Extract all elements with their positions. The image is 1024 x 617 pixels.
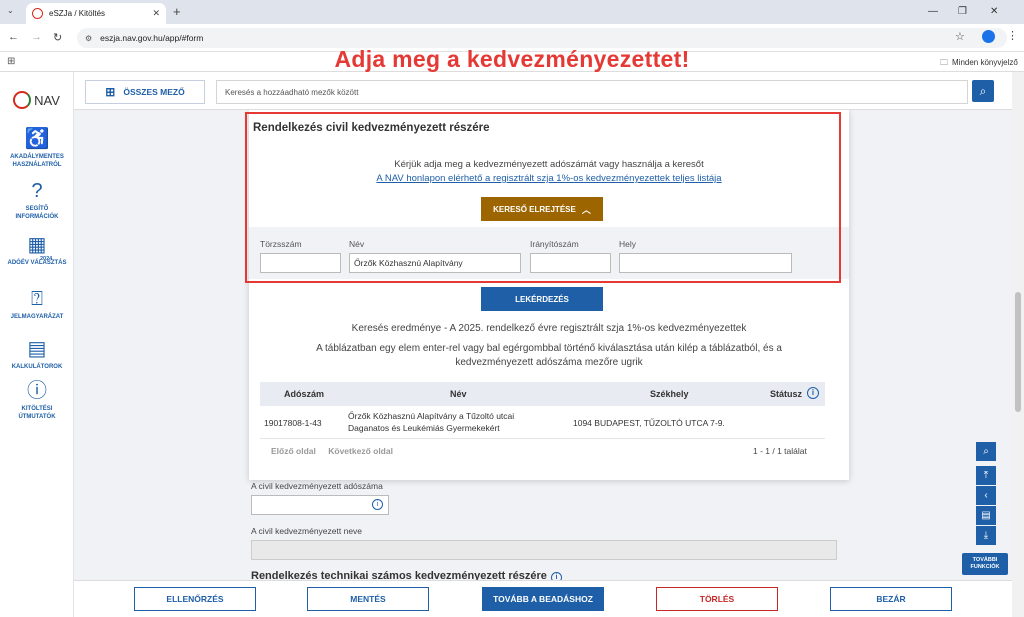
form-content: Rendelkezés civil kedvezményezett részér…	[74, 110, 1012, 580]
sidebar-item-accessibility[interactable]: ♿ AKADÁLYMENTES HASZNÁLATRÓL	[0, 128, 74, 169]
sidebar-item-label: JELMAGYARÁZAT	[10, 314, 64, 320]
close-window-icon[interactable]: ✕	[990, 6, 998, 17]
chevron-left-icon: ‹	[984, 490, 988, 501]
table-header: Adószám Név Székhely Státusz i	[260, 382, 825, 406]
result-title: Keresés eredménye - A 2025. rendelkező é…	[351, 323, 747, 334]
site-info-icon[interactable]: ⚙	[85, 34, 92, 43]
browser-tab-bar: ⌄ eSZJa / Kitöltés ✕ + — ❐ ✕	[0, 0, 1024, 24]
bookmark-star-icon[interactable]: ☆	[955, 30, 965, 43]
tax-number-info-icon[interactable]: i	[372, 499, 383, 510]
question-icon: ?	[31, 180, 43, 202]
sidebar-item-tax-year[interactable]: ▦ 2024 ADÓÉV VÁLASZTÁS	[0, 234, 74, 267]
tax-number-label: A civil kedvezményezett adószáma	[251, 481, 383, 491]
document-icon: ▤	[981, 510, 991, 521]
tax-number-input[interactable]	[251, 495, 389, 515]
nav-logo[interactable]: NAV	[0, 88, 73, 112]
result-help: A táblázatban egy elem enter-rel vagy ba…	[316, 343, 782, 368]
highlight-frame	[245, 112, 841, 283]
form-list-button[interactable]: ▤	[976, 506, 996, 525]
forward-icon[interactable]: →	[31, 31, 42, 43]
delete-button[interactable]: TÖRLÉS	[656, 587, 778, 611]
search-icon: ⌕	[983, 446, 989, 457]
calendar-icon: ▦ 2024	[0, 234, 74, 262]
sidebar-item-label: ADÓÉV VÁLASZTÁS	[7, 260, 67, 266]
all-fields-label: ÖSSZES MEZŐ	[123, 87, 185, 97]
tab-list-icon[interactable]: ⌄	[7, 6, 14, 15]
back-icon[interactable]: ←	[8, 31, 19, 43]
back-button[interactable]: ‹	[976, 486, 996, 505]
header-statusz[interactable]: Státusz	[770, 389, 802, 399]
cell-adoszam: 19017808-1-43	[264, 418, 322, 428]
query-button[interactable]: LEKÉRDEZÉS	[481, 287, 603, 311]
sidebar-item-label: KITÖLTÉSI ÚTMUTATÓK	[18, 406, 56, 420]
url-text: eszja.nav.gov.hu/app/#form	[100, 33, 204, 43]
arrow-top-icon: ⤒	[983, 470, 989, 481]
scroll-top-button[interactable]: ⤒	[976, 466, 996, 485]
arrow-bottom-icon: ⤓	[983, 530, 989, 541]
guide-icon: ⓘ	[27, 380, 47, 402]
reload-icon[interactable]: ↻	[53, 31, 62, 44]
legend-icon: ⍰	[31, 288, 43, 310]
next-section-text: Rendelkezés technikai számos kedvezménye…	[251, 570, 547, 580]
result-count: 1 - 1 / 1 találat	[753, 446, 807, 456]
header-szekhely[interactable]: Székhely	[650, 389, 689, 399]
instruction-headline: Adja meg a kedvezményezettet!	[334, 46, 690, 72]
url-field[interactable]: ⚙ eszja.nav.gov.hu/app/#form	[77, 28, 1007, 48]
cell-nev-line2: Daganatos és Leukémiás Gyermekekért	[348, 423, 500, 433]
header-nev[interactable]: Név	[450, 389, 467, 399]
search-icon: ⌕	[979, 83, 987, 98]
next-section-title: Rendelkezés technikai számos kedvezménye…	[251, 570, 562, 580]
header-adoszam[interactable]: Adószám	[284, 389, 324, 399]
next-page-link[interactable]: Következő oldal	[328, 446, 393, 456]
page-scrollbar[interactable]	[1012, 72, 1024, 617]
scroll-bottom-button[interactable]: ⤓	[976, 526, 996, 545]
sidebar-item-label: SEGÍTŐ INFORMÁCIÓK	[15, 206, 59, 220]
sidebar-item-guides[interactable]: ⓘ KITÖLTÉSI ÚTMUTATÓK	[0, 380, 74, 421]
nav-logo-text: NAV	[34, 92, 60, 108]
sidebar-item-help[interactable]: ? SEGÍTŐ INFORMÁCIÓK	[0, 180, 74, 221]
close-button[interactable]: BEZÁR	[830, 587, 952, 611]
cell-szekhely: 1094 BUDAPEST, TŰZOLTÓ UTCA 7-9.	[573, 418, 725, 428]
new-tab-icon[interactable]: +	[173, 4, 181, 19]
sidebar-item-label: AKADÁLYMENTES HASZNÁLATRÓL	[10, 154, 64, 168]
prev-page-link[interactable]: Előző oldal	[271, 446, 316, 456]
quick-search-button[interactable]: ⌕	[976, 442, 996, 461]
scrollbar-thumb[interactable]	[1015, 292, 1021, 412]
close-tab-icon[interactable]: ✕	[152, 8, 160, 19]
save-button[interactable]: MENTÉS	[307, 587, 429, 611]
submit-button[interactable]: TOVÁBB A BEADÁSHOZ	[482, 587, 604, 611]
browser-menu-icon[interactable]: ⋮	[1007, 29, 1018, 42]
browser-tab[interactable]: eSZJa / Kitöltés ✕	[26, 3, 166, 24]
check-button[interactable]: ELLENŐRZÉS	[134, 587, 256, 611]
restore-icon[interactable]: ❐	[958, 6, 967, 17]
sidebar: NAV ♿ AKADÁLYMENTES HASZNÁLATRÓL ? SEGÍT…	[0, 72, 74, 617]
sidebar-item-legend[interactable]: ⍰ JELMAGYARÁZAT	[0, 288, 74, 321]
section-info-icon[interactable]: i	[550, 572, 562, 580]
nav-favicon-icon	[32, 8, 43, 19]
beneficiary-name-field	[251, 540, 837, 560]
bottom-action-bar: ELLENŐRZÉS MENTÉS TOVÁBB A BEADÁSHOZ TÖR…	[74, 580, 1012, 617]
profile-avatar[interactable]	[982, 30, 995, 43]
field-search-input[interactable]	[216, 80, 968, 104]
minimize-icon[interactable]: —	[928, 6, 938, 17]
year-badge: 2024	[40, 256, 53, 262]
calculator-icon: ▤	[27, 338, 47, 360]
nav-logo-icon	[13, 91, 32, 109]
beneficiary-name-label: A civil kedvezményezett neve	[251, 526, 363, 536]
pagination: Előző oldal Következő oldal	[271, 446, 403, 456]
all-fields-button[interactable]: ⊞ ÖSSZES MEZŐ	[85, 80, 205, 104]
sidebar-item-label: KALKULÁTOROK	[11, 364, 63, 370]
table-row[interactable]: 19017808-1-43 Őrzők Közhasznú Alapítvány…	[260, 407, 825, 439]
accessibility-icon: ♿	[24, 128, 50, 150]
add-field-icon: ⊞	[105, 85, 116, 99]
form-topbar: ⊞ ÖSSZES MEZŐ ⌕	[74, 72, 1024, 110]
tab-title: eSZJa / Kitöltés	[49, 9, 106, 18]
sidebar-item-calculators[interactable]: ▤ KALKULÁTOROK	[0, 338, 74, 371]
search-button[interactable]: ⌕	[972, 80, 994, 102]
cell-nev-line1: Őrzők Közhasznú Alapítvány a Tűzoltó utc…	[348, 411, 515, 421]
more-functions-button[interactable]: TOVÁBBI FUNKCIÓK	[962, 553, 1008, 575]
status-info-icon[interactable]: i	[807, 387, 819, 399]
